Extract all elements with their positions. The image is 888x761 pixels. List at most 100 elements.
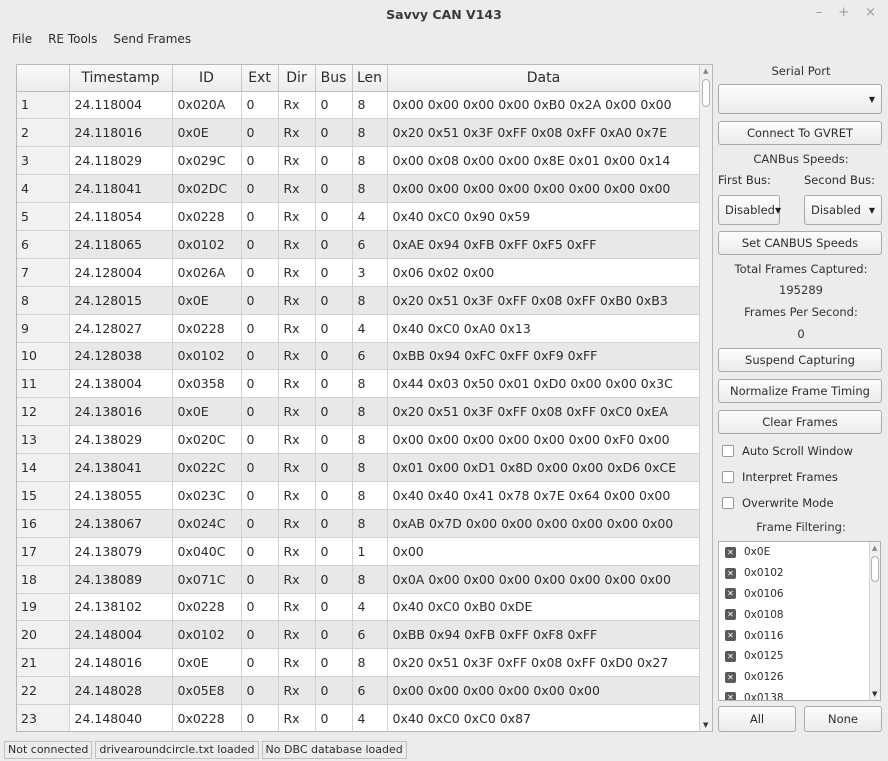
table-row[interactable]: 10 24.128038 0x0102 0 Rx 0 6 0xBB 0x94 0xFC 0xF… [17,342,701,371]
row-number: 9 [17,314,70,343]
table-row[interactable]: 8 24.128015 0x0E 0 Rx 0 8 0x20 0x51 0x3F 0xFF 0… [17,286,701,315]
checked-box-icon[interactable]: ✕ [725,588,736,600]
table-row[interactable]: 15 24.138055 0x023C 0 Rx 0 8 0x40 0x40 0x41 0x7… [17,481,701,510]
normalize-frame-timing-button[interactable]: Normalize Frame Timing [718,379,882,403]
filter-scrollbar[interactable]: ▲ ▼ [869,542,880,700]
table-row[interactable]: 23 24.148040 0x0228 0 Rx 0 4 0x40 0xC0 0xC0 0x8… [17,704,701,731]
dir-header[interactable]: Dir [278,65,316,92]
table-row[interactable]: 16 24.138067 0x024C 0 Rx 0 8 0xAB 0x7D 0x00 0x0… [17,509,701,538]
minimize-icon[interactable]: – [816,6,823,20]
ext-cell: 0 [241,314,279,343]
second-bus-speed-select[interactable]: Disabled ▼ [804,195,882,225]
filter-item[interactable]: ✕ 0x0E [719,542,880,563]
table-row[interactable]: 9 24.128027 0x0228 0 Rx 0 4 0x40 0xC0 0xA0 0x13 [17,314,701,343]
table-row[interactable]: 3 24.118029 0x029C 0 Rx 0 8 0x00 0x08 0x00 0x00… [17,146,701,176]
auto-scroll-checkbox[interactable] [722,445,734,457]
len-header[interactable]: Len [352,65,388,92]
maximize-icon[interactable]: + [838,6,849,20]
filter-item[interactable]: ✕ 0x0108 [719,604,880,625]
table-row[interactable]: 12 24.138016 0x0E 0 Rx 0 8 0x20 0x51 0x3F 0xFF … [17,397,701,427]
checked-box-icon[interactable]: ✕ [725,546,736,558]
table-row[interactable]: 1 24.118004 0x020A 0 Rx 0 8 0x00 0x00 0x00 0x00… [17,91,701,120]
overwrite-mode-option[interactable]: Overwrite Mode [722,496,834,510]
checked-box-icon[interactable]: ✕ [725,671,736,683]
table-row[interactable]: 19 24.138102 0x0228 0 Rx 0 4 0x40 0xC0 0xB0 0xD… [17,593,701,622]
filter-id-label: 0x0126 [744,671,784,684]
interpret-frames-checkbox[interactable] [722,471,734,483]
canbus-speeds-label: CANBus Speeds: [753,152,849,166]
fps-label: Frames Per Second: [744,305,858,319]
table-scrollbar[interactable]: ▲ ▼ [699,65,712,731]
first-bus-speed-select[interactable]: Disabled ▼ [718,195,781,225]
checked-box-icon[interactable]: ✕ [725,609,736,621]
data-header[interactable]: Data [387,65,701,92]
close-icon[interactable]: × [865,6,876,20]
filter-item[interactable]: ✕ 0x0138 [719,688,880,700]
table-row[interactable]: 13 24.138029 0x020C 0 Rx 0 8 0x00 0x00 0x00 0x0… [17,425,701,455]
fps-value: 0 [797,327,805,341]
bus-header[interactable]: Bus [315,65,353,92]
data-cell: 0x00 0x00 0x00 0x00 0x00 0x00 [387,676,701,706]
table-row[interactable]: 18 24.138089 0x071C 0 Rx 0 8 0x0A 0x00 0x00 0x0… [17,565,701,594]
frame-filter-list[interactable]: ✕ 0x0E ✕ 0x0102 ✕ 0x0106 ✕ 0x0108 ✕ 0x0116 ✕ 0x0125… [718,541,881,701]
filter-id-label: 0x0106 [744,587,784,600]
scroll-down-icon[interactable]: ▼ [872,690,877,698]
row-number: 22 [17,676,70,706]
rownum-header[interactable] [17,65,70,92]
overwrite-mode-checkbox[interactable] [722,497,734,509]
serial-port-label: Serial Port [771,64,831,78]
scrollbar-thumb[interactable] [871,556,879,582]
id-cell: 0x0102 [172,342,242,371]
dir-cell: Rx [278,342,316,371]
timestamp-header[interactable]: Timestamp [69,65,173,92]
ext-header[interactable]: Ext [241,65,279,92]
scrollbar-thumb[interactable] [702,79,710,107]
table-row[interactable]: 22 24.148028 0x05E8 0 Rx 0 6 0x00 0x00 0x00 0x0… [17,676,701,706]
menu-re-tools[interactable]: RE Tools [48,32,97,46]
table-row[interactable]: 6 24.118065 0x0102 0 Rx 0 6 0xAE 0x94 0xFB 0xFF… [17,230,701,259]
filter-item[interactable]: ✕ 0x0102 [719,563,880,584]
frames-table-view[interactable]: Timestamp ID Ext Dir Bus Len Data 1 24.118004 0x… [16,64,713,732]
interpret-frames-option[interactable]: Interpret Frames [722,470,838,484]
checked-box-icon[interactable]: ✕ [725,567,736,579]
timestamp-cell: 24.148040 [69,704,173,731]
row-number: 10 [17,342,70,371]
table-row[interactable]: 21 24.148016 0x0E 0 Rx 0 8 0x20 0x51 0x3F 0xFF … [17,648,701,678]
clear-frames-button[interactable]: Clear Frames [718,410,882,434]
table-row[interactable]: 7 24.128004 0x026A 0 Rx 0 3 0x06 0x02 0x00 [17,258,701,287]
filter-id-label: 0x0125 [744,650,784,663]
filter-all-button[interactable]: All [718,706,796,732]
filter-item[interactable]: ✕ 0x0106 [719,584,880,605]
scroll-up-icon[interactable]: ▲ [703,67,708,75]
table-row[interactable]: 11 24.138004 0x0358 0 Rx 0 8 0x44 0x03 0x50 0x0… [17,369,701,399]
filter-none-button[interactable]: None [804,706,882,732]
dir-cell: Rx [278,286,316,315]
suspend-capturing-button[interactable]: Suspend Capturing [718,348,882,372]
serial-port-select[interactable]: ▼ [718,84,882,114]
menu-file[interactable]: File [12,32,32,46]
menu-send-frames[interactable]: Send Frames [113,32,191,46]
scroll-up-icon[interactable]: ▲ [872,544,877,552]
table-row[interactable]: 17 24.138079 0x040C 0 Rx 0 1 0x00 [17,537,701,566]
filter-item[interactable]: ✕ 0x0126 [719,667,880,688]
id-header[interactable]: ID [172,65,242,92]
filter-item[interactable]: ✕ 0x0116 [719,625,880,646]
checked-box-icon[interactable]: ✕ [725,692,736,700]
set-canbus-speeds-button[interactable]: Set CANBUS Speeds [718,231,882,255]
bus-cell: 0 [315,676,353,706]
table-body: 1 24.118004 0x020A 0 Rx 0 8 0x00 0x00 0x00 0x00… [17,91,701,731]
table-row[interactable]: 4 24.118041 0x02DC 0 Rx 0 8 0x00 0x00 0x00 0x00… [17,174,701,204]
id-cell: 0x024C [172,509,242,538]
checked-box-icon[interactable]: ✕ [725,650,736,662]
table-row[interactable]: 5 24.118054 0x0228 0 Rx 0 4 0x40 0xC0 0x90 0x59 [17,202,701,231]
table-row[interactable]: 2 24.118016 0x0E 0 Rx 0 8 0x20 0x51 0x3F 0xFF 0… [17,118,701,148]
data-cell: 0xBB 0x94 0xFB 0xFF 0xF8 0xFF [387,620,701,650]
table-row[interactable]: 20 24.148004 0x0102 0 Rx 0 6 0xBB 0x94 0xFB 0xF… [17,620,701,650]
scroll-down-icon[interactable]: ▼ [703,721,708,729]
connect-gvret-button[interactable]: Connect To GVRET [718,121,882,145]
filter-item[interactable]: ✕ 0x0125 [719,646,880,667]
table-row[interactable]: 14 24.138041 0x022C 0 Rx 0 8 0x01 0x00 0xD1 0x8… [17,453,701,482]
checked-box-icon[interactable]: ✕ [725,630,736,642]
auto-scroll-option[interactable]: Auto Scroll Window [722,444,853,458]
ext-cell: 0 [241,118,279,148]
